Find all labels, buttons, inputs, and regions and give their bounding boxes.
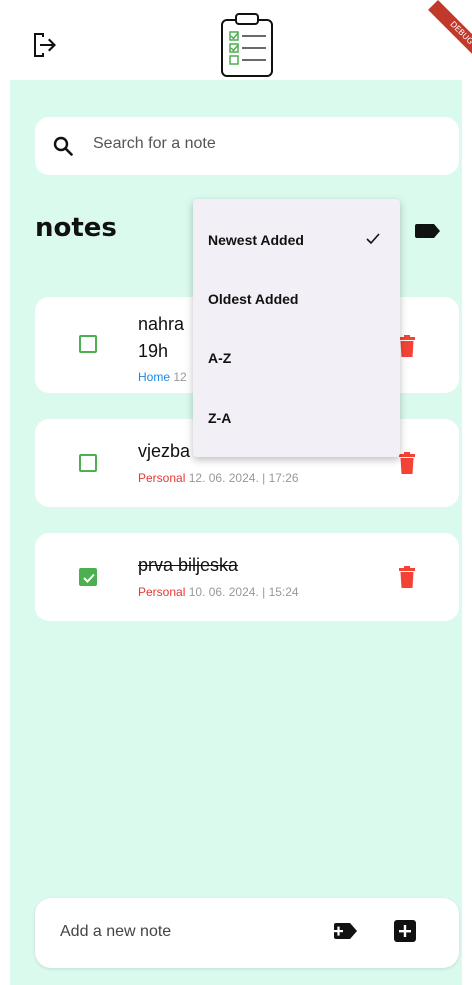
check-icon bbox=[83, 573, 95, 583]
sort-option-oldest[interactable]: Oldest Added bbox=[208, 291, 299, 307]
search-icon bbox=[53, 136, 73, 156]
selected-check-icon bbox=[366, 233, 380, 245]
note-title-line2: 19h bbox=[138, 341, 169, 361]
note-meta: Personal 12. 06. 2024. | 17:26 bbox=[138, 471, 299, 485]
checklist-logo-icon bbox=[221, 13, 273, 77]
search-input[interactable]: Search for a note bbox=[93, 135, 216, 153]
note-category: Home bbox=[138, 370, 171, 384]
page-title: notes bbox=[35, 213, 117, 243]
logout-icon[interactable] bbox=[30, 30, 60, 60]
note-meta: Personal 10. 06. 2024. | 15:24 bbox=[138, 585, 299, 599]
note-category: Personal bbox=[138, 585, 186, 599]
sort-menu: Newest Added Oldest Added A-Z Z-A bbox=[193, 199, 400, 457]
note-title: vjezba bbox=[138, 441, 191, 461]
note-category: Personal bbox=[138, 471, 186, 485]
sort-option-newest[interactable]: Newest Added bbox=[208, 232, 304, 248]
note-checkbox-checked[interactable] bbox=[79, 568, 97, 586]
note-date: 12 bbox=[173, 370, 187, 384]
add-note-icon[interactable] bbox=[394, 920, 416, 942]
note-date: 12. 06. 2024. | 17:26 bbox=[188, 471, 299, 485]
note-card[interactable]: prva biljeska Personal 10. 06. 2024. | 1… bbox=[35, 533, 459, 621]
label-filter-icon[interactable] bbox=[414, 222, 442, 240]
search-field[interactable]: Search for a note bbox=[35, 117, 459, 175]
note-checkbox[interactable] bbox=[79, 335, 97, 353]
sort-option-az[interactable]: A-Z bbox=[208, 350, 231, 366]
trash-icon[interactable] bbox=[399, 566, 415, 588]
add-note-input[interactable]: Add a new note bbox=[60, 923, 171, 941]
note-title: nahra bbox=[138, 314, 185, 334]
note-meta: Home 12 bbox=[138, 370, 187, 384]
add-label-icon[interactable] bbox=[333, 922, 359, 940]
debug-label: DEBUG bbox=[448, 19, 472, 47]
app-bar: DEBUG bbox=[0, 0, 472, 80]
trash-icon[interactable] bbox=[399, 335, 415, 357]
add-note-bar: Add a new note bbox=[35, 898, 459, 968]
trash-icon[interactable] bbox=[399, 452, 415, 474]
sort-option-za[interactable]: Z-A bbox=[208, 410, 231, 426]
note-title: prva biljeska bbox=[138, 555, 239, 575]
debug-banner: DEBUG bbox=[428, 0, 472, 67]
note-date: 10. 06. 2024. | 15:24 bbox=[188, 585, 299, 599]
note-checkbox[interactable] bbox=[79, 454, 97, 472]
